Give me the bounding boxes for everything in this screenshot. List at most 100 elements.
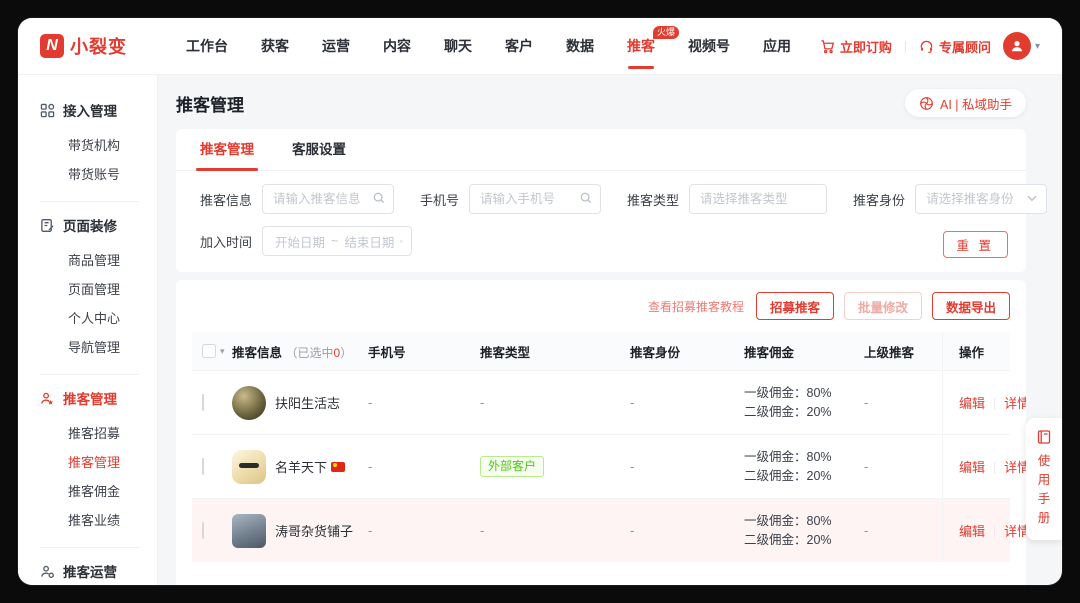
reset-button[interactable]: 重 置 bbox=[943, 231, 1008, 258]
sidebar-item-product-mgmt[interactable]: 商品管理 bbox=[18, 246, 157, 275]
nav-item-acquisition[interactable]: 获客 bbox=[261, 18, 289, 75]
advisor-link[interactable]: 专属顾问 bbox=[919, 37, 991, 56]
logo[interactable]: N 小裂变 bbox=[40, 33, 158, 59]
date-range-input[interactable]: 开始日期 ~ 结束日期 bbox=[262, 226, 412, 256]
select-all-checkbox[interactable] bbox=[202, 344, 216, 358]
data-export-button[interactable]: 数据导出 bbox=[932, 292, 1010, 320]
promoter-avatar bbox=[232, 514, 266, 548]
chevron-down-icon: ▾ bbox=[1035, 41, 1040, 52]
nav-item-chat[interactable]: 聊天 bbox=[444, 18, 472, 75]
filter-join-time: 加入时间 开始日期 ~ 结束日期 bbox=[200, 226, 412, 256]
nav-item-promoter[interactable]: 推客 火爆 bbox=[627, 18, 655, 75]
logo-icon: N bbox=[40, 34, 64, 58]
nav-item-customers[interactable]: 客户 bbox=[505, 18, 533, 75]
row-checkbox[interactable] bbox=[202, 394, 204, 411]
date-start-placeholder: 开始日期 bbox=[275, 232, 325, 251]
top-navbar: N 小裂变 工作台 获客 运营 内容 聊天 客户 数据 推客 火爆 视频号 应用… bbox=[18, 18, 1062, 75]
row-checkbox[interactable] bbox=[202, 458, 204, 475]
promoter-name: 涛哥杂货铺子 bbox=[275, 521, 353, 540]
op-separator: | bbox=[993, 460, 996, 474]
sidebar-item-nav-mgmt[interactable]: 导航管理 bbox=[18, 333, 157, 362]
topbar-right: 立即订购 | 专属顾问 ▾ bbox=[820, 32, 1040, 60]
promoter-icon bbox=[40, 391, 55, 406]
col-header-identity: 推客身份 bbox=[630, 342, 744, 361]
selected-prefix: （已选中 bbox=[286, 346, 334, 360]
sidebar-group-access-label: 接入管理 bbox=[63, 100, 117, 120]
edit-link[interactable]: 编辑 bbox=[959, 393, 985, 412]
filter-phone-label: 手机号 bbox=[420, 190, 459, 209]
sidebar-group-promoter-ops-label: 推客运营 bbox=[63, 561, 117, 581]
filter-identity: 推客身份 bbox=[853, 184, 1047, 214]
sidebar-group-promoter-mgmt[interactable]: 推客管理 bbox=[18, 387, 157, 409]
order-now-link[interactable]: 立即订购 bbox=[820, 37, 892, 56]
nav-item-content[interactable]: 内容 bbox=[383, 18, 411, 75]
nav-item-workbench[interactable]: 工作台 bbox=[186, 18, 228, 75]
cell-parent: - bbox=[864, 395, 942, 410]
sidebar-group-access[interactable]: 接入管理 bbox=[18, 99, 157, 121]
sidebar-item-personal-center[interactable]: 个人中心 bbox=[18, 304, 157, 333]
filter-type-label: 推客类型 bbox=[627, 190, 679, 209]
cell-identity: - bbox=[630, 523, 744, 538]
ai-assistant-button[interactable]: AI | 私域助手 bbox=[905, 89, 1026, 117]
table-row: 涛哥杂货铺子 - - - 一级佣金：80% 二级佣金：20% - 编辑 | 详情 bbox=[192, 498, 1010, 562]
sidebar-item-sales-accounts[interactable]: 带货账号 bbox=[18, 160, 157, 189]
filter-row-1: 推客信息 手机号 推客类型 bbox=[200, 184, 1002, 214]
promoter-avatar bbox=[232, 450, 266, 484]
sidebar-item-promoter-recruit[interactable]: 推客招募 bbox=[18, 419, 157, 448]
recruit-promoter-button[interactable]: 招募推客 bbox=[756, 292, 834, 320]
detail-link[interactable]: 详情 bbox=[1004, 393, 1026, 412]
filter-row-2: 加入时间 开始日期 ~ 结束日期 bbox=[200, 226, 1002, 256]
filter-promoter-info-label: 推客信息 bbox=[200, 190, 252, 209]
col-header-parent: 上级推客 bbox=[864, 342, 942, 361]
detail-link[interactable]: 详情 bbox=[1004, 457, 1026, 476]
cell-commission: 一级佣金：80% 二级佣金：20% bbox=[744, 512, 864, 550]
main-content: 推客管理 AI | 私域助手 推客管理 客服设置 推客信息 bbox=[158, 75, 1062, 585]
user-manual-button[interactable]: 使用手册 bbox=[1026, 418, 1062, 540]
table-header-row: ▾ 推客信息 （已选中0） 手机号 推客类型 推客身份 推客佣金 上级推客 操作 bbox=[192, 332, 1010, 370]
commission-level1: 一级佣金：80% bbox=[744, 384, 864, 403]
grid-icon bbox=[40, 103, 55, 118]
sidebar-divider bbox=[40, 201, 139, 202]
cell-phone: - bbox=[368, 459, 480, 474]
sidebar-divider bbox=[40, 547, 139, 548]
tab-service-settings[interactable]: 客服设置 bbox=[292, 129, 346, 171]
main-nav: 工作台 获客 运营 内容 聊天 客户 数据 推客 火爆 视频号 应用 bbox=[186, 18, 791, 75]
date-end-placeholder: 结束日期 bbox=[344, 232, 394, 251]
external-customer-tag: 外部客户 bbox=[480, 456, 544, 477]
search-icon bbox=[579, 191, 593, 205]
sidebar-item-promoter-performance[interactable]: 推客业绩 bbox=[18, 506, 157, 535]
sidebar-item-promoter-commission[interactable]: 推客佣金 bbox=[18, 477, 157, 506]
cart-icon bbox=[820, 39, 835, 54]
nav-item-data[interactable]: 数据 bbox=[566, 18, 594, 75]
cell-operations: 编辑 | 详情 bbox=[942, 435, 1026, 498]
sidebar-item-page-mgmt[interactable]: 页面管理 bbox=[18, 275, 157, 304]
nav-item-apps[interactable]: 应用 bbox=[763, 18, 791, 75]
promoter-type-select[interactable] bbox=[689, 184, 827, 214]
edit-link[interactable]: 编辑 bbox=[959, 457, 985, 476]
sidebar-item-sales-orgs[interactable]: 带货机构 bbox=[18, 131, 157, 160]
tab-promoter-mgmt[interactable]: 推客管理 bbox=[200, 129, 254, 171]
commission-level2: 二级佣金：20% bbox=[744, 467, 864, 486]
row-checkbox[interactable] bbox=[202, 522, 204, 539]
batch-edit-button[interactable]: 批量修改 bbox=[844, 292, 922, 320]
col-header-phone: 手机号 bbox=[368, 342, 480, 361]
ai-assistant-label: AI | 私域助手 bbox=[940, 94, 1012, 113]
promoter-table: ▾ 推客信息 （已选中0） 手机号 推客类型 推客身份 推客佣金 上级推客 操作 bbox=[192, 332, 1010, 562]
filter-area: 推客信息 手机号 推客类型 bbox=[176, 171, 1026, 272]
account-menu[interactable]: ▾ bbox=[1003, 32, 1040, 60]
sidebar: 接入管理 带货机构 带货账号 页面装修 商品管理 页面管理 个人中心 导航管理 … bbox=[18, 75, 158, 585]
select-dropdown-caret[interactable]: ▾ bbox=[220, 346, 225, 357]
commission-level1: 一级佣金：80% bbox=[744, 448, 864, 467]
nav-item-video[interactable]: 视频号 bbox=[688, 18, 730, 75]
sidebar-item-promoter-mgmt[interactable]: 推客管理 bbox=[18, 448, 157, 477]
nav-item-operations[interactable]: 运营 bbox=[322, 18, 350, 75]
china-flag-icon bbox=[331, 462, 345, 472]
sidebar-group-promoter-ops[interactable]: 推客运营 bbox=[18, 560, 157, 582]
detail-link[interactable]: 详情 bbox=[1004, 521, 1026, 540]
sidebar-group-page-design[interactable]: 页面装修 bbox=[18, 214, 157, 236]
topbar-divider: | bbox=[904, 39, 907, 53]
user-manual-label: 使用手册 bbox=[1037, 452, 1051, 528]
edit-link[interactable]: 编辑 bbox=[959, 521, 985, 540]
cell-type: 外部客户 bbox=[480, 456, 630, 477]
recruit-tutorial-link[interactable]: 查看招募推客教程 bbox=[648, 298, 744, 315]
